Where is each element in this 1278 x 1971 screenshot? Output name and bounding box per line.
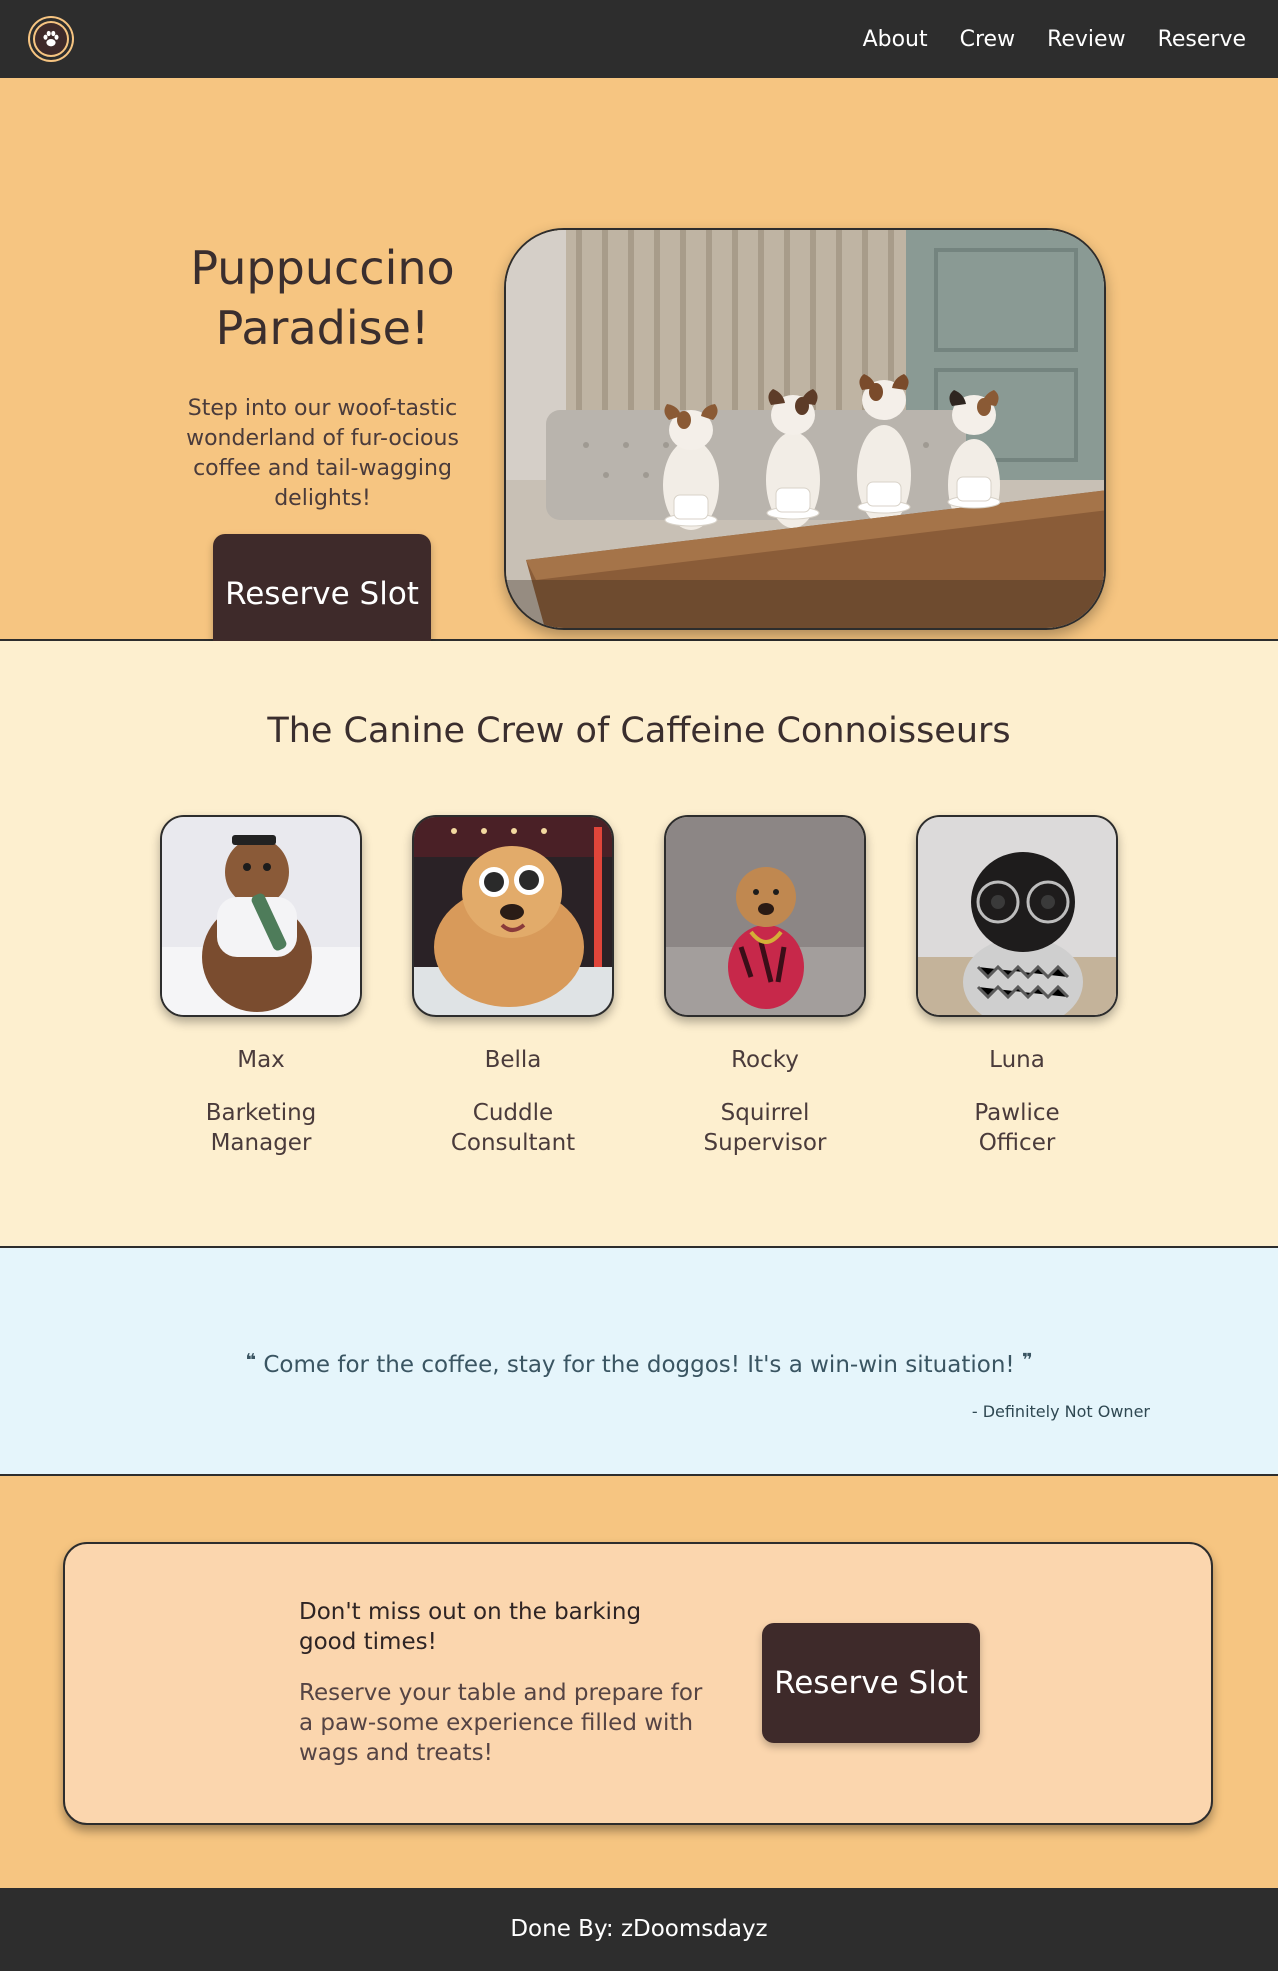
crew-member-name: Bella [484,1047,542,1073]
reserve-heading: Don't miss out on the barking good times… [299,1599,642,1655]
hero-title: Puppuccino Paradise! [190,241,455,355]
footer: Done By: zDoomsdayz [0,1888,1278,1969]
nav-link-about[interactable]: About [863,27,928,52]
crew-member-card: Max Barketing Manager [160,815,362,1158]
crew-member-card: Luna Pawlice Officer [916,815,1118,1158]
review-author: - Definitely Not Owner [971,1402,1150,1421]
reserve-section: Don't miss out on the barking good times… [0,1476,1278,1888]
crew-section: The Canine Crew of Caffeine Connoisseurs… [0,641,1278,1248]
reserve-description: Reserve your table and prepare for a paw… [299,1680,703,1766]
nav-link-crew[interactable]: Crew [960,27,1015,52]
crew-member-name: Luna [989,1047,1045,1073]
quote-close-icon: ❞ [1021,1350,1033,1371]
crew-member-name: Max [237,1047,285,1073]
crew-member-card: Bella Cuddle Consultant [412,815,614,1158]
nav-link-review[interactable]: Review [1047,27,1126,52]
reserve-slot-button[interactable]: Reserve Slot [762,1623,980,1743]
crew-member-role: Squirrel Supervisor [703,1100,827,1156]
crew-member-role: Cuddle Consultant [450,1100,576,1156]
hero-subtitle: Step into our woof-tastic wonderland of … [186,396,459,511]
crew-title: The Canine Crew of Caffeine Connoisseurs [267,711,1011,751]
top-navbar: About Crew Review Reserve [0,0,1278,78]
hero-section: Puppuccino Paradise! Step into our woof-… [0,78,1278,654]
footer-credit: Done By: zDoomsdayz [510,1915,768,1942]
review-quote: ❝ Come for the coffee, stay for the dogg… [0,1350,1278,1378]
review-quote-text: Come for the coffee, stay for the doggos… [263,1352,1015,1378]
quote-open-icon: ❝ [245,1350,257,1371]
paw-icon [43,30,59,47]
hero-dogs-cafe-photo [504,228,1106,630]
nav-link-reserve[interactable]: Reserve [1158,27,1246,52]
nav-links: About Crew Review Reserve [863,27,1246,52]
crew-member-card: Rocky Squirrel Supervisor [664,815,866,1158]
crew-member-name: Rocky [731,1047,799,1073]
hero-text-block: Puppuccino Paradise! Step into our woof-… [170,238,475,514]
logo[interactable] [30,18,72,60]
review-section: ❝ Come for the coffee, stay for the dogg… [0,1248,1278,1476]
crew-member-role: Pawlice Officer [974,1100,1060,1156]
hero-reserve-button[interactable]: Reserve Slot [213,534,431,654]
crew-member-role: Barketing Manager [205,1100,317,1156]
reserve-card: Don't miss out on the barking good times… [63,1542,1213,1825]
crew-member-photo [916,815,1118,1017]
crew-member-photo [664,815,866,1017]
crew-member-photo [412,815,614,1017]
crew-member-photo [160,815,362,1017]
